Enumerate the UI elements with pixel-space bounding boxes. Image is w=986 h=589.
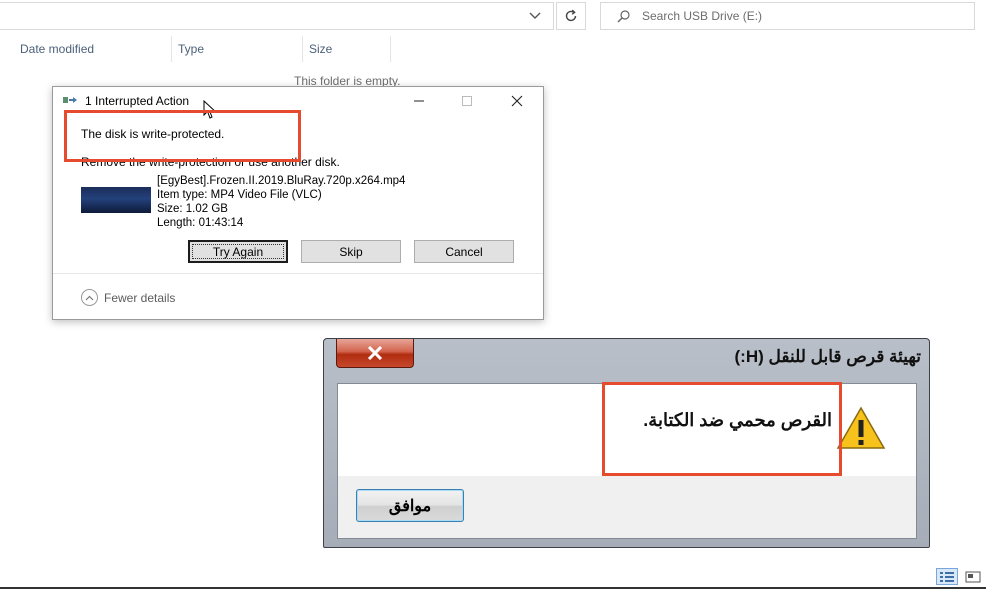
tiles-view-button[interactable] xyxy=(962,568,984,585)
close-icon xyxy=(511,95,523,107)
search-input[interactable]: Search USB Drive (E:) xyxy=(600,2,975,30)
column-type[interactable]: Type xyxy=(172,36,303,62)
try-again-button[interactable]: Try Again xyxy=(188,240,288,263)
minimize-icon xyxy=(414,100,424,102)
tiles-view-icon xyxy=(965,571,981,582)
file-length: Length: 01:43:14 xyxy=(157,217,244,229)
highlight-frame-arabic xyxy=(602,382,842,476)
close-icon xyxy=(367,346,383,360)
highlight-frame-english xyxy=(64,110,301,162)
details-view-button[interactable] xyxy=(936,568,958,585)
details-view-icon xyxy=(940,572,954,582)
refresh-button[interactable] xyxy=(556,2,586,30)
close-button-red[interactable] xyxy=(336,339,414,368)
dialog-title-arabic: تهيئة قرص قابل للنقل (H:) xyxy=(734,347,922,366)
search-icon xyxy=(617,9,630,22)
file-thumbnail xyxy=(81,187,151,213)
file-info: [EgyBest].Frozen.II.2019.BluRay.720p.x26… xyxy=(157,174,405,230)
refresh-icon xyxy=(565,9,577,22)
address-bar[interactable] xyxy=(0,2,554,30)
column-size[interactable]: Size xyxy=(303,36,391,62)
minimize-button[interactable] xyxy=(405,90,433,112)
file-name: [EgyBest].Frozen.II.2019.BluRay.720p.x26… xyxy=(157,175,406,187)
dialog-divider xyxy=(53,273,543,274)
file-size: Size: 1.02 GB xyxy=(157,203,228,215)
maximize-button xyxy=(453,90,481,112)
chevron-up-icon xyxy=(81,289,98,306)
file-type: Item type: MP4 Video File (VLC) xyxy=(157,189,322,201)
cancel-button[interactable]: Cancel xyxy=(414,240,514,263)
ok-button[interactable]: موافق xyxy=(356,489,464,522)
warning-icon xyxy=(836,406,886,449)
skip-button[interactable]: Skip xyxy=(301,240,401,263)
dialog-title: 1 Interrupted Action xyxy=(85,94,190,108)
fewer-details-toggle[interactable]: Fewer details xyxy=(81,289,175,306)
fewer-details-label: Fewer details xyxy=(104,290,176,305)
search-placeholder: Search USB Drive (E:) xyxy=(642,9,763,23)
copy-action-icon xyxy=(63,97,77,103)
column-date-modified[interactable]: Date modified xyxy=(14,36,172,62)
close-button[interactable] xyxy=(503,90,531,112)
chevron-down-icon[interactable] xyxy=(528,9,542,21)
maximize-icon xyxy=(462,96,472,106)
